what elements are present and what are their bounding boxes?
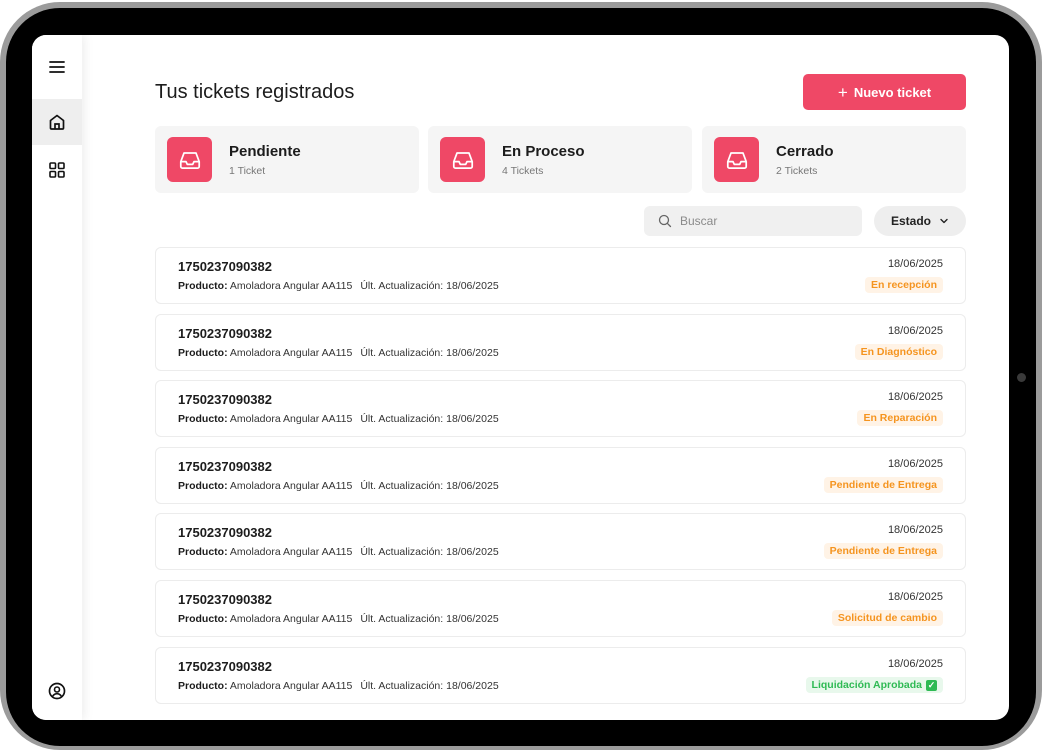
inbox-icon [167, 137, 212, 182]
ticket-id: 1750237090382 [178, 259, 272, 274]
product-label: Producto: [178, 280, 228, 292]
ticket-date: 18/06/2025 [887, 391, 943, 403]
ticket-product: Amoladora Angular AA115 [229, 413, 353, 425]
ticket-meta: Producto: Amoladora Angular AA115 Últ. Ac… [178, 347, 499, 359]
status-badge: En Reparación [857, 410, 943, 426]
checkmark-icon: ✓ [926, 679, 937, 691]
stat-title: Cerrado [776, 143, 834, 160]
status-label: Liquidación Aprobada [811, 679, 922, 691]
product-label: Producto: [178, 347, 228, 359]
search-input[interactable] [680, 214, 840, 228]
search-icon [658, 214, 672, 228]
ticket-updated: Últ. Actualización: 18/06/2025 [360, 347, 499, 359]
stat-title: En Proceso [502, 143, 585, 160]
sidebar-item-profile[interactable] [32, 668, 82, 714]
status-badge: Liquidación Aprobada ✓ [805, 677, 943, 693]
status-badge: Pendiente de Entrega [823, 477, 943, 493]
stat-card-cerrado[interactable]: Cerrado 2 Tickets [702, 126, 966, 193]
status-label: En recepción [871, 279, 937, 291]
ticket-row[interactable]: 1750237090382 Producto: Amoladora Angula… [155, 447, 966, 504]
ticket-row[interactable]: 1750237090382 Producto: Amoladora Angula… [155, 647, 966, 704]
product-label: Producto: [178, 613, 228, 625]
inbox-icon [440, 137, 485, 182]
search-box [644, 206, 862, 236]
ticket-meta: Producto: Amoladora Angular AA115 Últ. Ac… [178, 680, 499, 692]
product-label: Producto: [178, 480, 228, 492]
hamburger-menu-icon [49, 61, 65, 73]
ticket-updated: Últ. Actualización: 18/06/2025 [360, 613, 499, 625]
ticket-updated: Últ. Actualización: 18/06/2025 [360, 680, 499, 692]
ticket-id: 1750237090382 [178, 392, 272, 407]
ticket-updated: Últ. Actualización: 18/06/2025 [360, 413, 499, 425]
ticket-product: Amoladora Angular AA115 [229, 613, 353, 625]
sidebar-item-dashboard[interactable] [32, 147, 82, 193]
ticket-date: 18/06/2025 [887, 658, 943, 670]
ticket-meta: Producto: Amoladora Angular AA115 Últ. Ac… [178, 413, 499, 425]
ticket-product: Amoladora Angular AA115 [229, 347, 353, 359]
stat-count: 1 Ticket [229, 165, 266, 177]
menu-button[interactable] [32, 44, 82, 90]
home-icon [49, 114, 65, 130]
stat-title: Pendiente [229, 143, 301, 160]
grid-icon [49, 162, 65, 178]
ticket-date: 18/06/2025 [887, 524, 943, 536]
ticket-meta: Producto: Amoladora Angular AA115 Últ. Ac… [178, 280, 499, 292]
ticket-meta: Producto: Amoladora Angular AA115 Últ. Ac… [178, 480, 499, 492]
ticket-id: 1750237090382 [178, 326, 272, 341]
status-label: Pendiente de Entrega [829, 479, 937, 491]
stat-count: 2 Tickets [776, 165, 818, 177]
ticket-product: Amoladora Angular AA115 [229, 280, 353, 292]
status-badge: Pendiente de Entrega [823, 543, 943, 559]
ticket-date: 18/06/2025 [887, 458, 943, 470]
ticket-product: Amoladora Angular AA115 [229, 546, 353, 558]
stat-card-en-proceso[interactable]: En Proceso 4 Tickets [428, 126, 692, 193]
ticket-id: 1750237090382 [178, 459, 272, 474]
chevron-down-icon [940, 218, 948, 224]
ticket-date: 18/06/2025 [887, 325, 943, 337]
ticket-row[interactable]: 1750237090382 Producto: Amoladora Angula… [155, 380, 966, 437]
ticket-row[interactable]: 1750237090382 Producto: Amoladora Angula… [155, 314, 966, 371]
plus-icon: + [837, 82, 848, 102]
ticket-date: 18/06/2025 [887, 591, 943, 603]
status-badge: En recepción [865, 277, 943, 293]
ticket-updated: Últ. Actualización: 18/06/2025 [360, 546, 499, 558]
device-camera [1017, 373, 1026, 382]
ticket-id: 1750237090382 [178, 525, 272, 540]
user-circle-icon [48, 682, 66, 700]
ticket-id: 1750237090382 [178, 592, 272, 607]
new-ticket-label: Nuevo ticket [853, 84, 932, 100]
status-label: Pendiente de Entrega [829, 545, 937, 557]
status-label: En Diagnóstico [860, 346, 937, 358]
sidebar-item-home[interactable] [32, 99, 82, 145]
ticket-meta: Producto: Amoladora Angular AA115 Últ. Ac… [178, 613, 499, 625]
stat-card-pendiente[interactable]: Pendiente 1 Ticket [155, 126, 419, 193]
ticket-meta: Producto: Amoladora Angular AA115 Últ. Ac… [178, 546, 499, 558]
ticket-product: Amoladora Angular AA115 [229, 480, 353, 492]
estado-label: Estado [890, 214, 931, 228]
ticket-date: 18/06/2025 [887, 258, 943, 270]
ticket-updated: Últ. Actualización: 18/06/2025 [360, 480, 499, 492]
ticket-id: 1750237090382 [178, 659, 272, 674]
ticket-updated: Últ. Actualización: 18/06/2025 [360, 280, 499, 292]
status-label: Solicitud de cambio [837, 612, 937, 624]
status-label: En Reparación [863, 412, 937, 424]
status-badge: Solicitud de cambio [831, 610, 943, 626]
ticket-row[interactable]: 1750237090382 Producto: Amoladora Angula… [155, 580, 966, 637]
ticket-row[interactable]: 1750237090382 Producto: Amoladora Angula… [155, 513, 966, 570]
sidebar [32, 35, 82, 720]
stat-count: 4 Tickets [502, 165, 544, 177]
product-label: Producto: [178, 413, 228, 425]
ticket-product: Amoladora Angular AA115 [229, 680, 353, 692]
ticket-row[interactable]: 1750237090382 Producto: Amoladora Angula… [155, 247, 966, 304]
product-label: Producto: [178, 680, 228, 692]
page-title: Tus tickets registrados [155, 81, 355, 103]
status-badge: En Diagnóstico [854, 344, 943, 360]
estado-dropdown[interactable]: Estado [874, 206, 966, 236]
product-label: Producto: [178, 546, 228, 558]
new-ticket-button[interactable]: + Nuevo ticket [803, 74, 966, 110]
inbox-icon [714, 137, 759, 182]
app-screen: Tus tickets registrados + Nuevo ticket P… [32, 35, 1009, 720]
